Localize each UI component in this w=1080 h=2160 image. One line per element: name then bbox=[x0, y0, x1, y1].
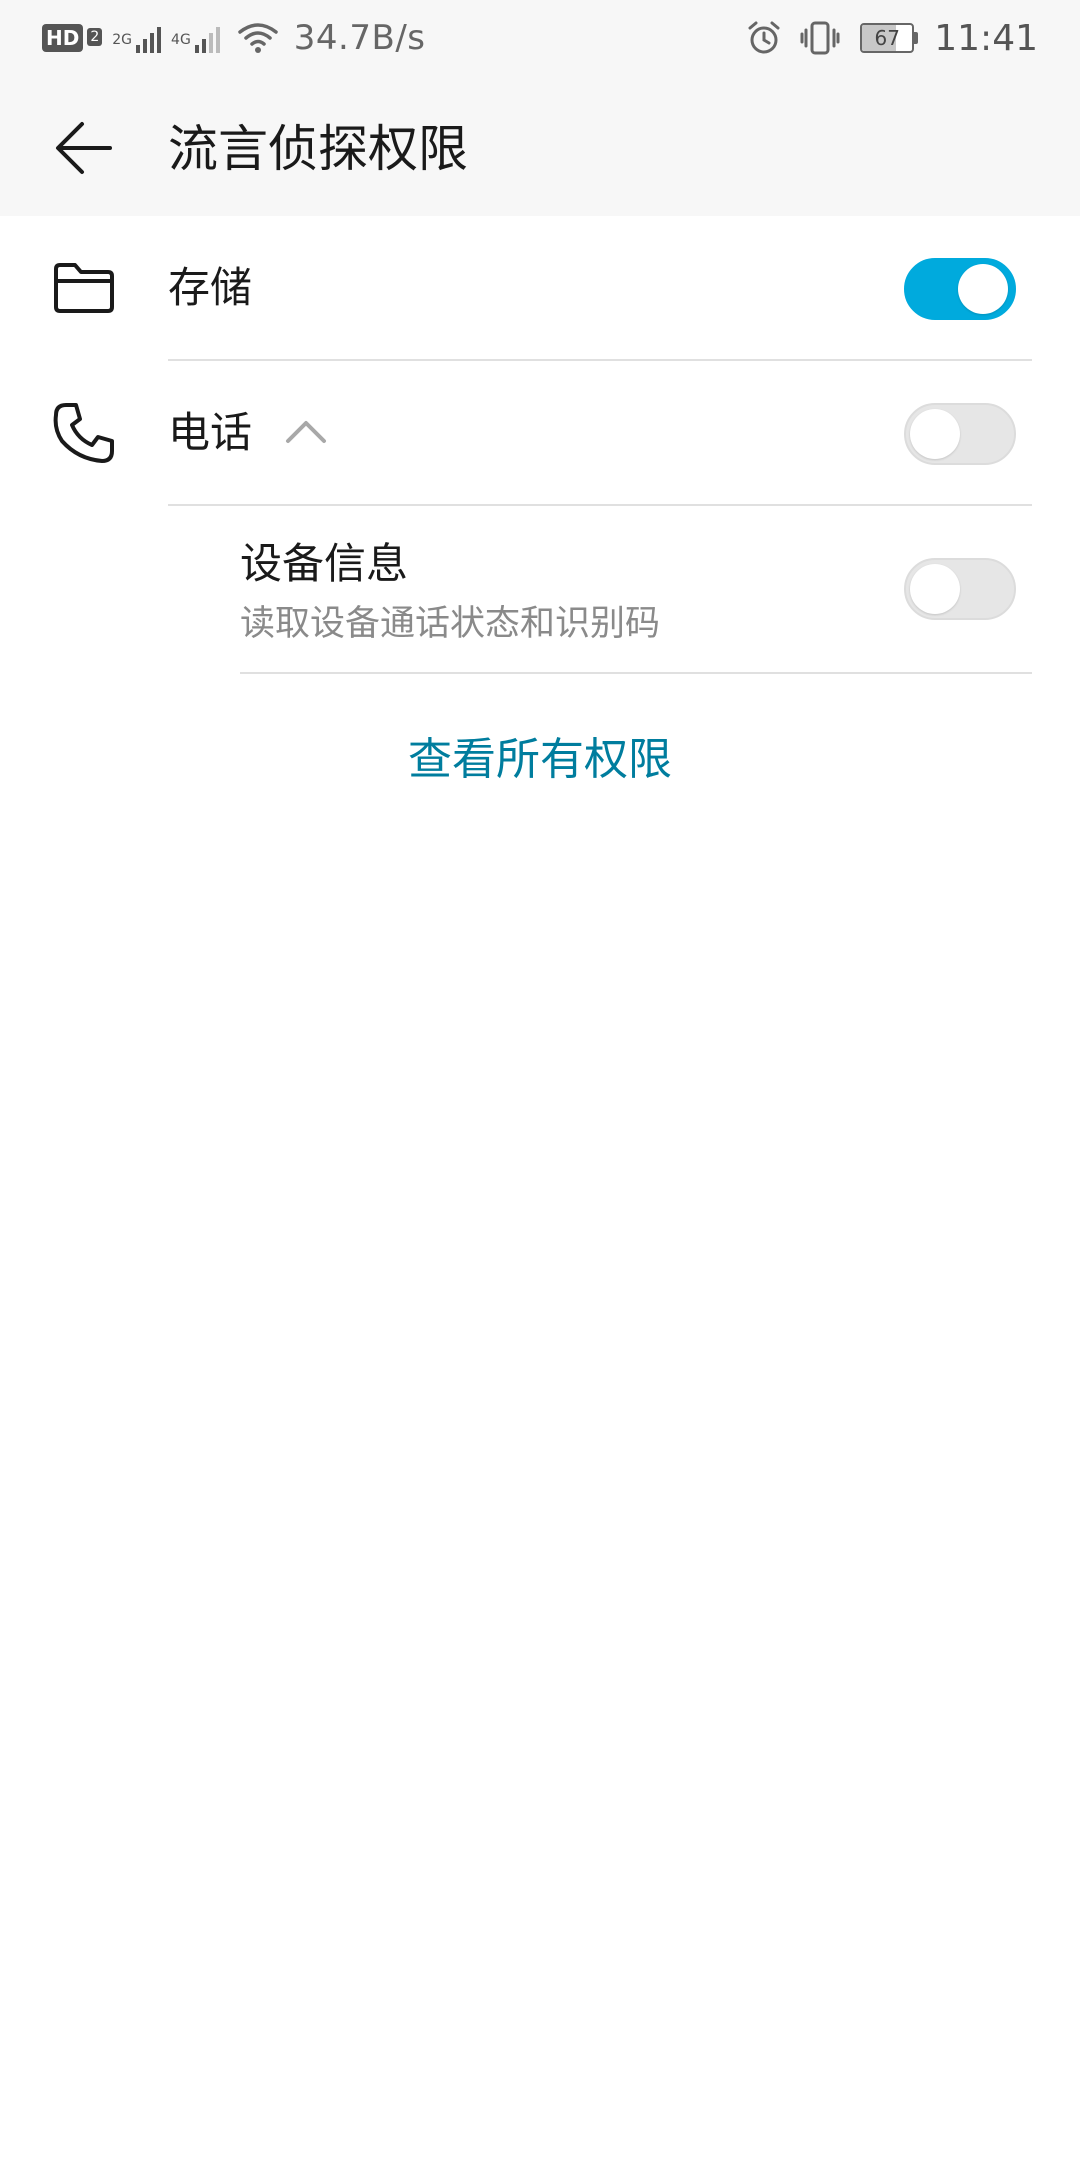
wifi-icon bbox=[238, 22, 278, 54]
signal-icon-2 bbox=[194, 23, 220, 53]
vibrate-icon bbox=[800, 20, 840, 56]
toggle-knob bbox=[958, 264, 1008, 314]
storage-toggle[interactable] bbox=[904, 258, 1016, 320]
chevron-up-icon[interactable] bbox=[284, 417, 328, 451]
permission-description-device-info: 读取设备通话状态和识别码 bbox=[240, 604, 661, 644]
arrow-left-icon bbox=[56, 122, 112, 174]
permission-label-device-info: 设备信息 bbox=[240, 539, 409, 588]
status-bar: HD 2 2G 4G 34.7B/s 67 11:41 bbox=[0, 0, 1080, 76]
network-type-1: 2G bbox=[112, 32, 133, 48]
toggle-knob bbox=[910, 564, 960, 614]
app-bar: 流言侦探权限 bbox=[0, 76, 1080, 216]
back-button[interactable] bbox=[48, 116, 120, 180]
status-left: HD 2 2G 4G 34.7B/s bbox=[42, 18, 426, 58]
battery-level: 67 bbox=[874, 26, 900, 50]
hd-badge: HD bbox=[42, 24, 84, 52]
device-info-toggle[interactable] bbox=[904, 558, 1016, 620]
phone-toggle[interactable] bbox=[904, 403, 1016, 465]
permission-row-device-info[interactable]: 设备信息 读取设备通话状态和识别码 bbox=[0, 506, 1080, 672]
sim-number: 2 bbox=[87, 28, 103, 46]
phone-icon bbox=[52, 401, 116, 465]
folder-icon bbox=[52, 256, 116, 320]
status-right: 67 11:41 bbox=[746, 18, 1038, 59]
page-title: 流言侦探权限 bbox=[168, 120, 468, 178]
permission-label-storage: 存储 bbox=[168, 263, 253, 312]
permission-label-phone: 电话 bbox=[168, 408, 253, 457]
network-speed: 34.7B/s bbox=[293, 18, 426, 58]
toggle-knob bbox=[910, 409, 960, 459]
permission-row-phone[interactable]: 电话 bbox=[0, 361, 1080, 505]
network-type-2: 4G bbox=[171, 32, 191, 48]
signal-icon bbox=[136, 23, 162, 53]
divider bbox=[240, 672, 1032, 674]
alarm-icon bbox=[746, 20, 782, 56]
permission-row-storage[interactable]: 存储 bbox=[0, 216, 1080, 360]
battery-icon: 67 bbox=[860, 23, 919, 53]
view-all-permissions-link[interactable]: 查看所有权限 bbox=[0, 730, 1080, 790]
clock: 11:41 bbox=[934, 17, 1038, 59]
